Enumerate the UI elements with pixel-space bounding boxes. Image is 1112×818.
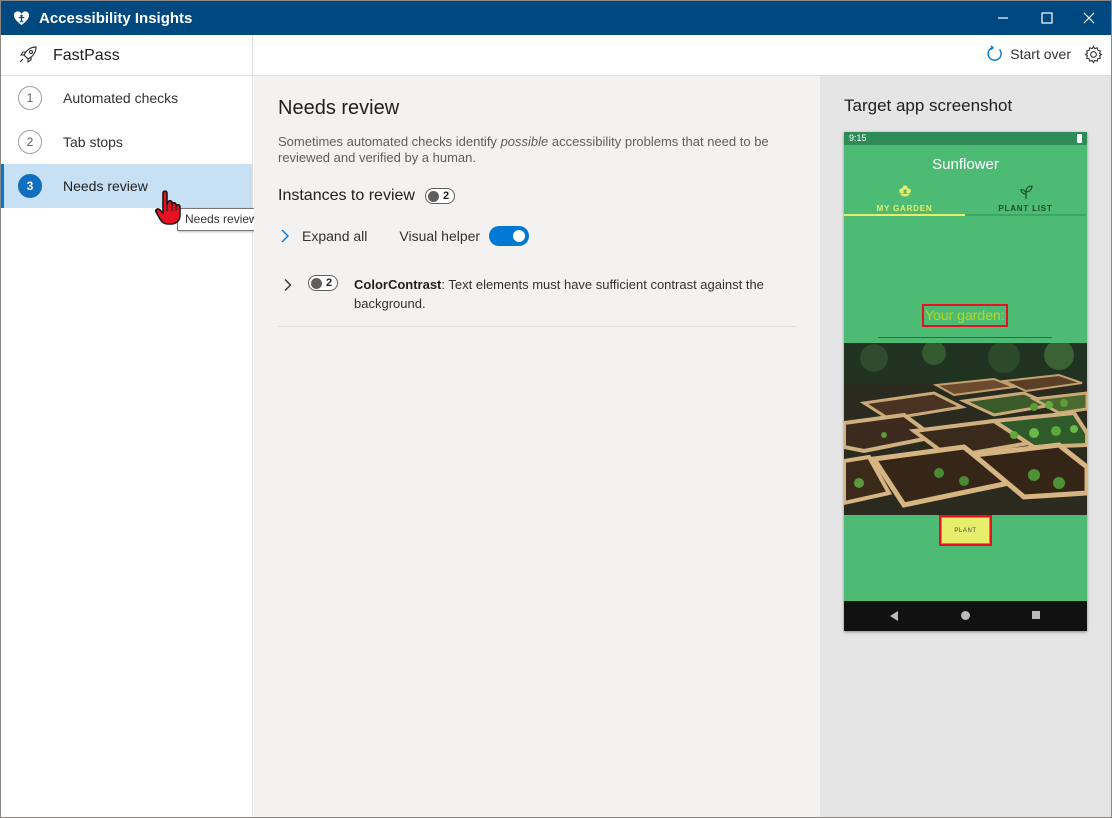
app-window: Accessibility Insights FastPass Start ov [0,0,1112,818]
nav-item-automated-checks[interactable]: 1 Automated checks [1,76,252,120]
home-icon [961,611,970,620]
rule-description: ColorContrast: Text elements must have s… [354,277,764,311]
step-number: 2 [18,130,42,154]
screenshot-panel-title: Target app screenshot [844,96,1013,115]
accessibility-insights-logo-icon [13,11,30,26]
start-over-button[interactable]: Start over [986,45,1071,63]
phone-tab-my-garden: MY GARDEN [844,182,965,216]
plant-button: PLANT [942,518,989,543]
command-bar: Start over [253,35,1111,76]
visual-helper-toggle[interactable] [489,226,530,246]
rule-id: ColorContrast [354,277,442,292]
minimize-button[interactable] [981,1,1025,35]
nav-item-label: Automated checks [63,90,179,106]
sprout-icon [1020,185,1033,199]
nav-item-tab-stops[interactable]: 2 Tab stops [1,120,252,164]
badge-dot [427,190,439,202]
chevron-right-icon [281,229,289,243]
recents-icon [1032,611,1040,619]
screenshot-panel: Target app screenshot 9:15 Sunflower MY … [820,76,1111,817]
app-title: Accessibility Insights [39,10,193,27]
close-button[interactable] [1067,1,1111,35]
title-bar: Accessibility Insights [1,1,1111,35]
start-over-label: Start over [1010,46,1071,62]
maximize-button[interactable] [1025,1,1069,35]
mode-header: FastPass [1,35,253,76]
nav-item-needs-review[interactable]: 3 Needs review [1,164,252,208]
close-icon [1083,12,1095,24]
step-number: 3 [18,174,42,198]
instances-heading: Instances to review 2 [278,187,456,205]
status-time: 9:15 [849,133,867,143]
badge-dot [311,277,322,289]
divider [278,326,796,327]
phone-tab-label: PLANT LIST [998,204,1053,213]
toggle-knob [513,230,526,242]
gear-icon[interactable] [1084,45,1103,64]
phone-app-name: Sunflower [932,156,999,173]
expand-all-button[interactable]: Expand all [278,228,367,244]
visual-helper-label: Visual helper [399,228,481,244]
page-title: Needs review [278,97,400,119]
refresh-icon [987,45,1003,61]
mode-name: FastPass [53,47,120,64]
tooltip: Needs review [177,208,266,231]
instances-label: Instances to review [278,187,415,204]
rocket-icon [19,46,37,64]
back-icon [890,611,898,621]
phone-tabs: MY GARDEN PLANT LIST [844,182,1087,216]
rule-count-badge: 2 [308,275,339,294]
maximize-icon [1041,12,1053,24]
expand-row: Expand all Visual helper [278,226,530,246]
battery-icon [1077,134,1082,143]
chevron-right-icon[interactable] [282,278,294,292]
target-app-screenshot: 9:15 Sunflower MY GARDEN PLANT LIST Your… [844,132,1087,631]
phone-tab-plant-list: PLANT LIST [965,182,1086,216]
android-nav-bar [844,601,1087,631]
hand-cursor-icon [154,190,181,225]
step-number: 1 [18,86,42,110]
plant-button-highlight: PLANT [939,515,992,546]
nav-item-label: Needs review [63,178,148,194]
main-content: Needs review Sometimes automated checks … [254,76,820,817]
flower-icon [899,185,911,197]
garden-heading-highlight: Your garden: [922,304,1008,327]
phone-tab-label: MY GARDEN [876,204,933,213]
phone-status-bar: 9:15 [844,132,1087,145]
instances-count-badge: 2 [424,188,456,204]
visual-helper-control: Visual helper [399,226,530,246]
nav-item-label: Tab stops [63,134,123,150]
page-description: Sometimes automated checks identify poss… [278,134,769,165]
garden-beds-image [844,343,1087,515]
expand-all-label: Expand all [302,228,368,244]
garden-underline [878,337,1052,338]
minimize-icon [998,17,1008,19]
left-nav: 1 Automated checks 2 Tab stops 3 Needs r… [1,76,253,817]
